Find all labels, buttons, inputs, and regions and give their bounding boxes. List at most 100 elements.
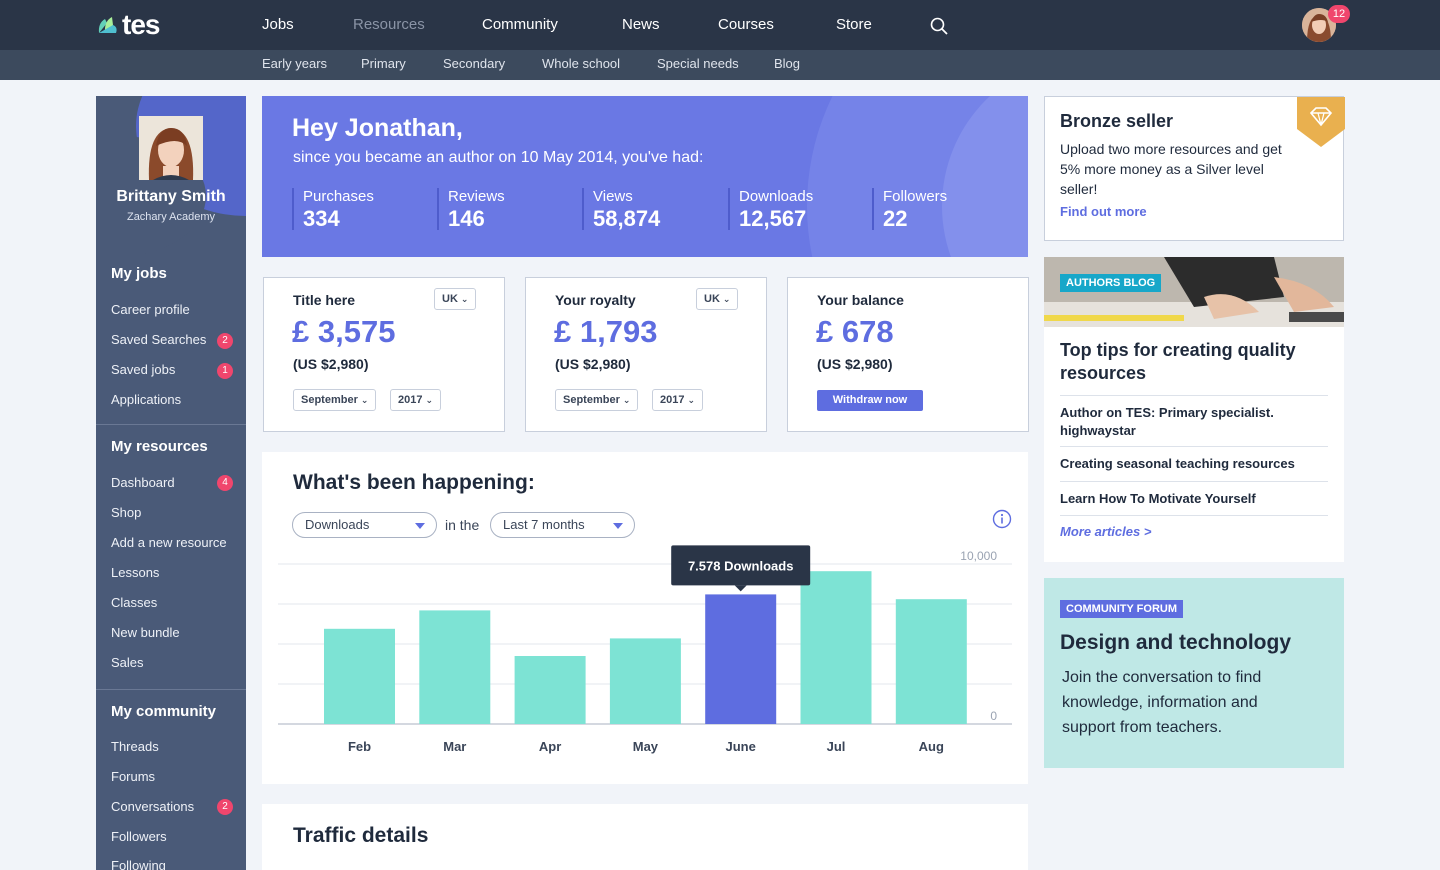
stat-label: Views [593,188,633,205]
year-select[interactable]: 2017 ⌄ [652,389,704,411]
year-select[interactable]: 2017 ⌄ [390,389,442,411]
sidebar-item-sales[interactable]: Sales [111,655,144,670]
sidebar-item-add-resource[interactable]: Add a new resource [111,535,227,550]
metric-select[interactable]: Downloads [292,512,437,538]
subnav-special-needs[interactable]: Special needs [657,56,739,71]
x-tick-label: Aug [919,739,944,754]
notification-badge[interactable]: 12 [1328,5,1350,23]
bar-june[interactable] [705,594,777,724]
forum-title[interactable]: Design and technology [1060,631,1291,655]
month-value: September [563,394,620,406]
sidebar: Brittany Smith Zachary Academy My jobs C… [96,96,246,870]
period-value: Last 7 months [503,517,585,532]
sidebar-item-shop[interactable]: Shop [111,505,141,520]
sidebar-item-new-bundle[interactable]: New bundle [111,625,180,640]
sidebar-item-dashboard[interactable]: Dashboard [111,475,175,490]
royalty-card: Your royalty UK ⌄ £ 1,793 (US $2,980) Sep… [525,277,767,432]
region-select[interactable]: UK ⌄ [696,288,739,310]
y-tick-label: 0 [990,709,997,723]
stat-value: 146 [448,206,485,231]
card-usd-amount: (US $2,980) [555,356,631,372]
chevron-down-icon: ⌄ [425,395,434,405]
find-out-more-link[interactable]: Find out more [1060,204,1147,219]
more-articles-link[interactable]: More articles > [1060,524,1151,539]
sidebar-item-following[interactable]: Following [111,858,166,870]
tes-logo[interactable]: tes [96,10,160,40]
x-tick-label: Apr [539,739,561,754]
traffic-title: Traffic details [293,824,429,847]
nav-news[interactable]: News [622,16,660,33]
subnav-whole-school[interactable]: Whole school [542,56,620,71]
sidebar-item-classes[interactable]: Classes [111,595,157,610]
tooltip-text: 7.578 Downloads [688,558,793,573]
blog-article-link[interactable]: Creating seasonal teaching resources [1060,446,1328,481]
bar-feb[interactable] [324,628,395,724]
community-forum-card: COMMUNITY FORUM Design and technology Jo… [1044,578,1344,768]
x-tick-label: June [726,739,756,754]
sidebar-item-applications[interactable]: Applications [111,392,181,407]
section-my-community[interactable]: My community [111,703,216,720]
subnav-blog[interactable]: Blog [774,56,800,71]
stat-value: 12,567 [739,206,807,231]
sidebar-item-threads[interactable]: Threads [111,739,159,754]
bar-jul[interactable] [800,571,872,724]
bar-mar[interactable] [419,610,491,724]
card-heading: Your balance [817,292,904,308]
subnav-primary[interactable]: Primary [361,56,406,71]
saved-jobs-badge: 1 [217,363,233,379]
subnav-secondary[interactable]: Secondary [443,56,505,71]
blog-article-link[interactable]: Author on TES: Primary specialist. highw… [1060,395,1328,447]
stat-label: Reviews [448,188,505,205]
bar-may[interactable] [609,638,681,724]
blog-photo-illustration [1044,257,1344,327]
caret-down-icon [613,523,623,529]
chevron-down-icon: ⌄ [360,395,369,405]
section-my-resources[interactable]: My resources [111,438,208,455]
bar-aug[interactable] [895,599,967,724]
nav-courses[interactable]: Courses [718,16,774,33]
tes-logo-icon [98,17,117,33]
nav-store[interactable]: Store [836,16,872,33]
bronze-body: Upload two more resources and get 5% mor… [1060,141,1282,197]
sidebar-item-saved-searches[interactable]: Saved Searches [111,332,206,347]
nav-community[interactable]: Community [482,16,558,33]
year-value: 2017 [660,394,685,406]
sidebar-item-forums[interactable]: Forums [111,769,155,784]
withdraw-button[interactable]: Withdraw now [817,390,923,411]
downloads-bar-chart: 10,000 0 Feb Mar Apr May June Jul Aug 7.578 Downl… [278,545,1012,754]
stat-downloads: Downloads 12,567 [728,188,814,231]
search-icon[interactable] [930,17,948,35]
stat-label: Purchases [303,188,374,205]
info-icon[interactable] [992,509,1012,529]
nav-jobs[interactable]: Jobs [262,16,294,33]
profile-name: Brittany Smith [116,188,226,205]
section-my-jobs[interactable]: My jobs [111,265,167,282]
bar-apr[interactable] [514,656,586,724]
blog-title[interactable]: Top tips for creating quality resources [1060,339,1330,385]
sidebar-divider [96,424,246,425]
month-select[interactable]: September ⌄ [293,389,377,411]
card-heading: Your royalty [555,292,636,308]
region-value: UK [704,293,720,305]
profile-photo[interactable] [139,116,203,180]
stat-label: Downloads [739,188,814,205]
month-value: September [301,394,358,406]
sidebar-item-career-profile[interactable]: Career profile [111,302,190,317]
blog-image[interactable]: AUTHORS BLOG [1044,257,1344,327]
y-tick-label: 10,000 [960,549,997,563]
subnav-early-years[interactable]: Early years [262,56,327,71]
region-select[interactable]: UK ⌄ [434,288,477,310]
blog-article-link[interactable]: Learn How To Motivate Yourself [1060,481,1328,516]
hero-subtitle: since you became an author on 10 May 201… [293,149,704,166]
forum-body: Join the conversation to find knowledge,… [1062,669,1262,736]
sidebar-item-followers[interactable]: Followers [111,829,167,844]
sidebar-item-saved-jobs[interactable]: Saved jobs [111,362,175,377]
sidebar-item-conversations[interactable]: Conversations [111,799,194,814]
profile-portrait-icon [139,116,203,180]
sidebar-item-lessons[interactable]: Lessons [111,565,159,580]
period-select[interactable]: Last 7 months [490,512,635,538]
author-stats-hero: Hey Jonathan, since you became an author… [262,96,1028,257]
region-value: UK [442,293,458,305]
nav-resources[interactable]: Resources [353,16,425,33]
month-select[interactable]: September ⌄ [555,389,639,411]
